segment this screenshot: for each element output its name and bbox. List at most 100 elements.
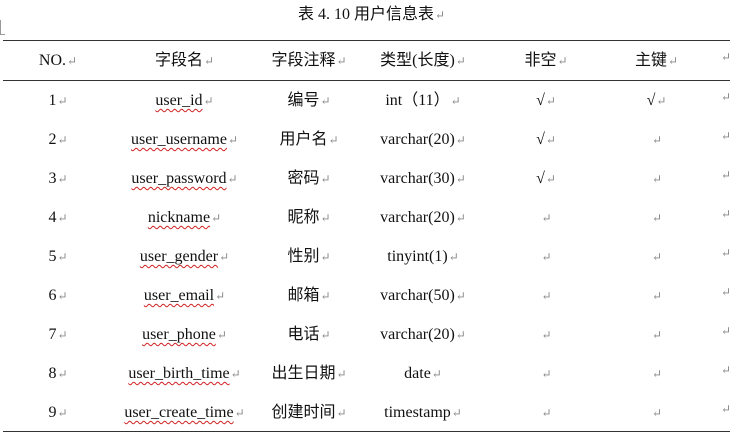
paragraph-mark-icon: ↵ — [230, 367, 241, 381]
paragraph-mark-icon: ↵ — [651, 211, 663, 225]
cell-no: 9↵ — [48, 404, 68, 421]
paragraph-mark-icon: ↵ — [651, 250, 663, 264]
cell-no: 2↵ — [48, 131, 68, 148]
cell-field-name: user_phone↵ — [142, 326, 227, 343]
row-end-mark-icon: ↵ — [721, 207, 732, 221]
table-header-rule — [3, 80, 730, 81]
table-row: 8↵ user_birth_time↵ 出生日期↵ date↵ ↵ ↵ ↵ — [3, 355, 732, 393]
cell-primary-key: ↵ — [608, 355, 705, 393]
paragraph-mark-icon: ↵ — [57, 211, 68, 225]
paragraph-mark-icon: ↵ — [320, 250, 331, 264]
paragraph-mark-icon: ↵ — [455, 289, 466, 303]
cell-type-length: int（11）↵ — [385, 92, 461, 109]
table-row: 6↵ user_email↵ 邮箱↵ varchar(50)↵ ↵ ↵ ↵ — [3, 277, 731, 315]
paragraph-mark-icon: ↵ — [234, 406, 245, 420]
cell-field-name: user_birth_time↵ — [128, 365, 241, 382]
header-cell-field-comment: 字段注释↵ — [271, 52, 347, 69]
cell-not-null: ↵ — [484, 238, 608, 276]
header-cell-not-null: 非空↵ — [524, 52, 568, 69]
paragraph-mark-icon: ↵ — [651, 172, 663, 186]
paragraph-mark-icon: ↵ — [57, 289, 68, 303]
paragraph-mark-icon: ↵ — [211, 211, 222, 225]
paragraph-mark-icon: ↵ — [651, 289, 663, 303]
table-row: 2↵ user_username↵ 用户名↵ varchar(20)↵ √↵ ↵ ↵ — [3, 121, 731, 159]
paragraph-mark-icon: ↵ — [455, 172, 466, 186]
cell-field-comment: 编号↵ — [287, 92, 331, 109]
table-row: 1↵ user_id↵ 编号↵ int（11）↵ √↵ √↵ ↵ — [3, 82, 732, 120]
row-end-mark-icon: ↵ — [721, 90, 732, 104]
cell-not-null: ↵ — [484, 199, 608, 237]
header-cell-no: NO.↵ — [38, 52, 78, 69]
cell-field-comment: 密码↵ — [287, 170, 331, 187]
row-end-mark-icon: ↵ — [721, 324, 732, 338]
paragraph-mark-icon: ↵ — [545, 133, 556, 147]
paragraph-mark-icon: ↵ — [320, 94, 331, 108]
cell-no: 4↵ — [48, 209, 68, 226]
paragraph-mark-icon: ↵ — [320, 328, 331, 342]
paragraph-mark-icon: ↵ — [667, 54, 679, 68]
row-end-mark-icon: ↵ — [721, 246, 732, 260]
paragraph-mark-icon: ↵ — [203, 94, 214, 108]
paragraph-mark-icon: ↵ — [57, 328, 68, 342]
cell-field-name: user_id↵ — [155, 92, 214, 109]
cell-field-name: user_gender↵ — [139, 248, 230, 265]
cell-type-length: date↵ — [404, 365, 442, 382]
table-bottom-rule — [3, 431, 730, 432]
cell-primary-key: ↵ — [608, 199, 705, 237]
paragraph-mark-icon: ↵ — [541, 328, 552, 342]
cell-field-comment: 邮箱↵ — [287, 287, 331, 304]
cell-primary-key: ↵ — [608, 394, 705, 432]
cell-type-length: varchar(20)↵ — [380, 131, 466, 148]
paragraph-mark-icon: ↵ — [203, 54, 215, 68]
table-row: 3↵ user_password↵ 密码↵ varchar(30)↵ √↵ ↵ ↵ — [3, 160, 732, 198]
paragraph-mark-icon: ↵ — [320, 172, 331, 186]
paragraph-mark-icon: ↵ — [431, 367, 442, 381]
paragraph-mark-icon: ↵ — [541, 367, 552, 381]
table-top-rule — [3, 40, 730, 41]
cell-primary-key: √↵ — [646, 92, 667, 109]
cell-type-length: varchar(20)↵ — [380, 209, 466, 226]
paragraph-mark-icon: ↵ — [455, 54, 466, 68]
paragraph-mark-icon: ↵ — [541, 211, 552, 225]
paragraph-mark-icon: ↵ — [227, 172, 238, 186]
cell-no: 7↵ — [48, 326, 68, 343]
cell-not-null: ↵ — [484, 277, 608, 315]
cell-type-length: varchar(30)↵ — [380, 170, 466, 187]
cell-no: 8↵ — [48, 365, 68, 382]
table-row: 7↵ user_phone↵ 电话↵ varchar(20)↵ ↵ ↵ ↵ — [3, 316, 732, 354]
paragraph-mark-icon: ↵ — [545, 94, 556, 108]
paragraph-mark-icon: ↵ — [541, 250, 552, 264]
cell-not-null: √↵ — [536, 170, 556, 187]
row-end-mark-icon: ↵ — [721, 363, 732, 377]
cell-field-name: user_email↵ — [143, 287, 226, 304]
cell-field-comment: 创建时间↵ — [271, 404, 347, 421]
cell-no: 5↵ — [48, 248, 68, 265]
paragraph-mark-icon: ↵ — [57, 406, 68, 420]
paragraph-mark-icon: ↵ — [541, 289, 552, 303]
row-end-mark-icon: ↵ — [721, 402, 732, 416]
cell-primary-key: ↵ — [608, 316, 705, 354]
cell-field-comment: 出生日期↵ — [271, 365, 347, 382]
text-boundary-corner-mark — [0, 20, 5, 35]
paragraph-mark-icon: ↵ — [216, 328, 227, 342]
cell-primary-key: ↵ — [608, 277, 705, 315]
paragraph-mark-icon: ↵ — [215, 289, 226, 303]
cell-no: 6↵ — [48, 287, 68, 304]
paragraph-mark-icon: ↵ — [57, 250, 68, 264]
paragraph-mark-icon: ↵ — [57, 172, 68, 186]
cell-primary-key: ↵ — [608, 160, 705, 198]
row-end-mark-icon: ↵ — [721, 168, 732, 182]
table-row: 4↵ nickname↵ 昵称↵ varchar(20)↵ ↵ ↵ ↵ — [3, 199, 732, 237]
paragraph-mark-icon: ↵ — [57, 133, 68, 147]
row-end-mark-icon: ↵ — [721, 50, 732, 64]
cell-primary-key: ↵ — [608, 238, 705, 276]
cell-not-null: ↵ — [484, 394, 608, 432]
cell-no: 3↵ — [48, 170, 68, 187]
table-caption: 表 4. 10 用户信息表↵ — [0, 4, 743, 26]
cell-field-name: nickname↵ — [147, 209, 222, 226]
cell-field-comment: 昵称↵ — [287, 209, 331, 226]
paragraph-mark-icon: ↵ — [455, 133, 466, 147]
paragraph-mark-icon: ↵ — [557, 54, 568, 68]
paragraph-mark-icon: ↵ — [57, 94, 68, 108]
paragraph-mark-icon: ↵ — [336, 54, 347, 68]
